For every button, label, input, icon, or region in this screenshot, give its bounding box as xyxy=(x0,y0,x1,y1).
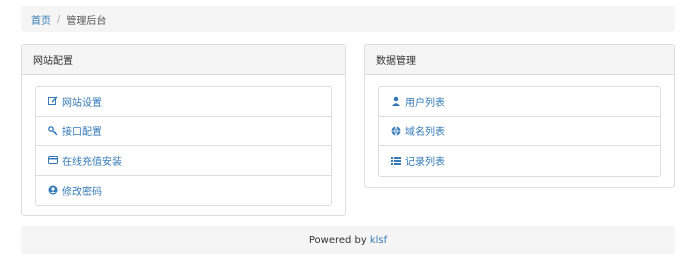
list-icon xyxy=(390,155,401,166)
site-config-list: 网站设置 接口配置 在线充值安装 修改密码 xyxy=(35,86,332,206)
menu-item-label: 域名列表 xyxy=(405,127,445,139)
data-management-list: 用户列表 域名列表 记录列表 xyxy=(378,86,661,177)
footer: Powered by klsf xyxy=(21,226,675,254)
menu-item-label: 用户列表 xyxy=(405,97,445,109)
menu-item-user-list[interactable]: 用户列表 xyxy=(379,87,660,117)
breadcrumb-current: 管理后台 xyxy=(66,15,107,27)
menu-item-record-list[interactable]: 记录列表 xyxy=(379,146,660,176)
user-icon xyxy=(390,96,401,107)
panel-title: 网站配置 xyxy=(22,45,345,75)
menu-item-domain-list[interactable]: 域名列表 xyxy=(379,117,660,146)
menu-item-label: 修改密码 xyxy=(62,186,102,198)
edit-icon xyxy=(47,96,58,107)
menu-item-site-settings[interactable]: 网站设置 xyxy=(36,87,331,117)
menu-item-label: 在线充值安装 xyxy=(62,156,122,168)
menu-item-online-recharge[interactable]: 在线充值安装 xyxy=(36,146,331,176)
menu-item-change-password[interactable]: 修改密码 xyxy=(36,176,331,206)
credit-card-icon xyxy=(47,155,58,166)
menu-item-label: 接口配置 xyxy=(62,127,102,139)
breadcrumb: 首页 / 管理后台 xyxy=(21,6,675,32)
breadcrumb-separator: / xyxy=(57,13,61,25)
panel-title: 数据管理 xyxy=(365,45,674,75)
menu-item-label: 记录列表 xyxy=(405,157,445,169)
menu-item-api-config[interactable]: 接口配置 xyxy=(36,117,331,146)
footer-author-link[interactable]: klsf xyxy=(370,235,387,246)
data-management-panel: 数据管理 用户列表 域名列表 记录列表 xyxy=(364,44,675,188)
key-icon xyxy=(47,125,58,136)
site-config-panel: 网站配置 网站设置 接口配置 在线充值安装 修改密码 xyxy=(21,44,346,216)
user-circle-icon xyxy=(47,185,58,196)
footer-text: Powered by xyxy=(308,234,367,246)
breadcrumb-home-link[interactable]: 首页 xyxy=(31,12,51,27)
globe-icon xyxy=(390,125,401,136)
menu-item-label: 网站设置 xyxy=(62,97,102,109)
